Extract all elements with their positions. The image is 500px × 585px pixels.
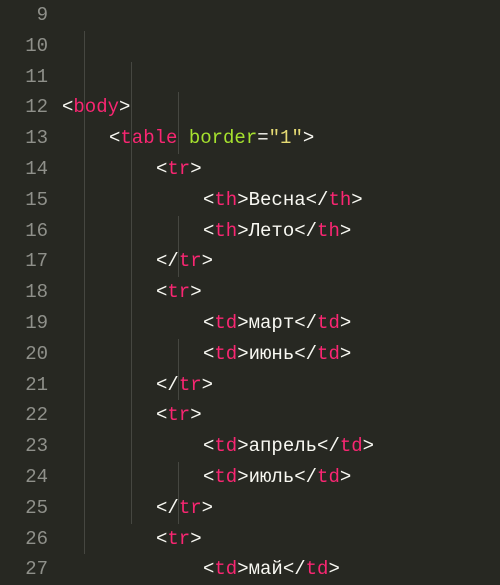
line-number: 14 <box>0 154 48 185</box>
code-line[interactable]: <td>июнь</td> <box>62 339 500 370</box>
line-number-gutter: 9101112131415161718192021222324252627 <box>0 0 62 585</box>
line-number: 19 <box>0 308 48 339</box>
line-number: 23 <box>0 431 48 462</box>
code-line[interactable]: </tr> <box>62 246 500 277</box>
line-number: 11 <box>0 62 48 93</box>
line-number: 20 <box>0 339 48 370</box>
code-line[interactable]: <tr> <box>62 277 500 308</box>
code-line[interactable]: <tr> <box>62 524 500 555</box>
line-number: 26 <box>0 524 48 555</box>
line-number: 15 <box>0 185 48 216</box>
code-line[interactable]: <td>март</td> <box>62 308 500 339</box>
code-line[interactable]: </tr> <box>62 493 500 524</box>
code-line[interactable]: <td>апрель</td> <box>62 431 500 462</box>
line-number: 12 <box>0 92 48 123</box>
code-line[interactable]: </tr> <box>62 370 500 401</box>
code-line[interactable]: <th>Весна</th> <box>62 185 500 216</box>
code-line[interactable]: <td>июль</td> <box>62 462 500 493</box>
code-line[interactable]: <tr> <box>62 400 500 431</box>
code-line[interactable]: <th>Лето</th> <box>62 216 500 247</box>
line-number: 25 <box>0 493 48 524</box>
line-number: 24 <box>0 462 48 493</box>
line-number: 10 <box>0 31 48 62</box>
code-line[interactable]: <tr> <box>62 154 500 185</box>
code-area[interactable]: <body><table border="1"><tr><th>Весна</t… <box>62 0 500 585</box>
line-number: 27 <box>0 554 48 585</box>
line-number: 16 <box>0 216 48 247</box>
code-line[interactable]: <td>май</td> <box>62 554 500 585</box>
line-number: 21 <box>0 370 48 401</box>
code-line[interactable]: <table border="1"> <box>62 123 500 154</box>
line-number: 22 <box>0 400 48 431</box>
line-number: 9 <box>0 0 48 31</box>
line-number: 13 <box>0 123 48 154</box>
line-number: 17 <box>0 246 48 277</box>
code-line[interactable]: <body> <box>62 92 500 123</box>
line-number: 18 <box>0 277 48 308</box>
code-editor[interactable]: 9101112131415161718192021222324252627 <b… <box>0 0 500 585</box>
